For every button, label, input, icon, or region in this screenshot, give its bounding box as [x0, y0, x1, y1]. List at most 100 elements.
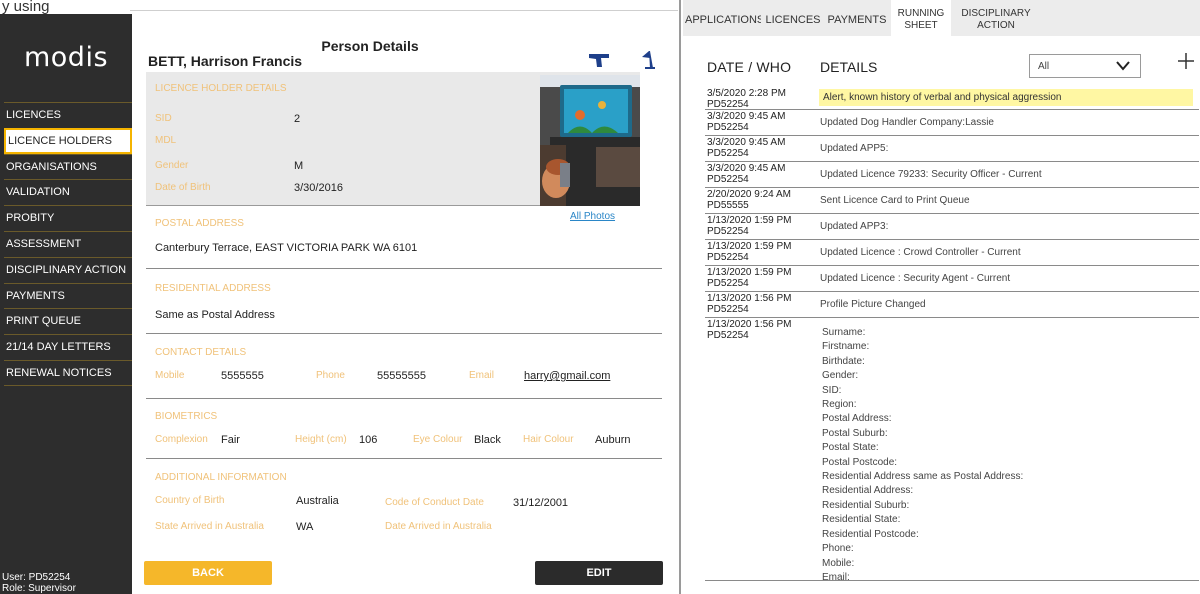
all-photos-link[interactable]: All Photos	[570, 211, 615, 222]
entry-date-who: 2/20/2020 9:24 AM PD55555	[707, 189, 791, 211]
phone-label: Phone	[316, 370, 345, 381]
mdl-label: MDL	[155, 135, 177, 146]
entry-date-who: 1/13/2020 1:59 PM PD52254	[707, 267, 792, 289]
dob-label: Date of Birth	[155, 182, 211, 193]
divider	[146, 458, 662, 459]
mobile-label: Mobile	[155, 370, 185, 381]
entry-details: Sent Licence Card to Print Queue	[820, 195, 970, 206]
cropped-header-text: y using	[0, 0, 130, 14]
tab-bar: APPLICATIONS LICENCES PAYMENTS RUNNING S…	[683, 0, 1200, 36]
divider	[146, 333, 662, 334]
sidebar: modis LICENCES LICENCE HOLDERS ORGANISAT…	[0, 14, 132, 594]
residential-address-value: Same as Postal Address	[155, 309, 275, 321]
code-of-conduct-value: 31/12/2001	[513, 497, 569, 509]
flag-icon[interactable]	[640, 50, 656, 70]
list-item[interactable]: 3/5/2020 2:28 PM PD52254 Alert, known his…	[705, 87, 1199, 110]
section-biometrics: BIOMETRICS	[155, 411, 218, 422]
section-additional-information: ADDITIONAL INFORMATION	[155, 472, 287, 483]
sidebar-item-licence-holders[interactable]: LICENCE HOLDERS	[4, 127, 132, 154]
role-line: Role: Supervisor	[2, 583, 76, 594]
profile-field: Phone:	[822, 543, 854, 555]
divider	[146, 268, 662, 269]
entry-details: Updated APP3:	[820, 221, 889, 232]
entry-date-who: 3/3/2020 9:45 AM PD52254	[707, 137, 786, 159]
code-of-conduct-label: Code of Conduct Date	[385, 497, 484, 508]
entry-details: Updated APP5:	[820, 143, 889, 154]
list-item[interactable]: 1/13/2020 1:59 PM PD52254 Updated APP3:	[705, 214, 1199, 240]
sidebar-item-probity[interactable]: PROBITY	[4, 205, 132, 231]
sidebar-nav: LICENCES LICENCE HOLDERS ORGANISATIONS V…	[4, 102, 132, 386]
country-of-birth-label: Country of Birth	[155, 495, 225, 506]
add-icon[interactable]	[1176, 51, 1196, 71]
sidebar-item-print-queue[interactable]: PRINT QUEUE	[4, 308, 132, 334]
profile-field: Postal State:	[822, 442, 879, 454]
list-item[interactable]: 3/3/2020 9:45 AM PD52254 Updated Licence …	[705, 162, 1199, 188]
section-residential-address: RESIDENTIAL ADDRESS	[155, 283, 271, 294]
profile-field: Firstname:	[822, 341, 870, 353]
sidebar-item-payments[interactable]: PAYMENTS	[4, 282, 132, 309]
gun-icon[interactable]	[588, 52, 610, 68]
profile-field: Postal Address:	[822, 413, 892, 425]
state-arrived-value: WA	[296, 521, 314, 533]
entry-details: Updated Licence : Crowd Controller - Cur…	[820, 247, 1021, 258]
email-link[interactable]: harry@gmail.com	[524, 370, 610, 382]
phone-value: 55555555	[377, 370, 426, 382]
list-item[interactable]: 3/3/2020 9:45 AM PD52254 Updated APP5:	[705, 136, 1199, 162]
list-item[interactable]: 1/13/2020 1:59 PM PD52254 Updated Licence…	[705, 266, 1199, 292]
edit-button[interactable]: EDIT	[535, 561, 663, 585]
tab-running-sheet[interactable]: RUNNING SHEET	[891, 0, 951, 36]
section-postal-address: POSTAL ADDRESS	[155, 218, 244, 229]
tab-licences[interactable]: LICENCES	[761, 0, 825, 36]
sidebar-item-renewal-notices[interactable]: RENEWAL NOTICES	[4, 359, 132, 386]
sidebar-item-day-letters[interactable]: 21/14 DAY LETTERS	[4, 334, 132, 360]
entry-date-who: 3/3/2020 9:45 AM PD52254	[707, 163, 786, 185]
entry-date-who: 1/13/2020 1:59 PM PD52254	[707, 215, 792, 237]
app-logo: modis	[23, 42, 109, 73]
sidebar-item-validation[interactable]: VALIDATION	[4, 179, 132, 205]
list-item[interactable]: 1/13/2020 1:59 PM PD52254 Updated Licence…	[705, 240, 1199, 266]
hair-colour-label: Hair Colour	[523, 434, 574, 445]
person-name: BETT, Harrison Francis	[148, 53, 303, 69]
list-item[interactable]: 1/13/2020 1:56 PM PD52254 Profile Picture…	[705, 292, 1199, 318]
column-header-details: DETAILS	[820, 59, 878, 75]
column-header-date-who: DATE / WHO	[707, 59, 792, 75]
entry-details: Updated Licence : Security Agent - Curre…	[820, 273, 1011, 284]
tab-applications[interactable]: APPLICATIONS	[685, 0, 764, 36]
entry-date-who: 3/5/2020 2:28 PM PD52254	[707, 88, 786, 110]
profile-field: Region:	[822, 399, 857, 411]
gender-label: Gender	[155, 160, 189, 171]
profile-field: SID:	[822, 384, 842, 396]
entry-date-who: 3/3/2020 9:45 AM PD52254	[707, 111, 786, 133]
dob-value: 3/30/2016	[294, 182, 343, 194]
sid-label: SID	[155, 113, 172, 124]
chevron-down-icon	[1116, 61, 1130, 71]
profile-photo-image	[540, 75, 640, 206]
sidebar-item-organisations[interactable]: ORGANISATIONS	[4, 153, 132, 180]
profile-field: Postal Suburb:	[822, 427, 888, 439]
tab-payments[interactable]: PAYMENTS	[825, 0, 889, 36]
filter-dropdown[interactable]: All	[1029, 54, 1141, 78]
profile-field: Birthdate:	[822, 355, 865, 367]
entry-details: Alert, known history of verbal and physi…	[819, 89, 1193, 106]
tab-disciplinary-action[interactable]: DISCIPLINARY ACTION	[953, 0, 1039, 36]
profile-field: Residential Address same as Postal Addre…	[822, 471, 1024, 483]
complexion-label: Complexion	[155, 434, 208, 445]
sidebar-item-assessment[interactable]: ASSESSMENT	[4, 230, 132, 257]
state-arrived-label: State Arrived in Australia	[155, 521, 264, 532]
eye-colour-value: Black	[474, 434, 501, 446]
user-line: User: PD52254	[2, 572, 71, 583]
profile-photo[interactable]	[540, 75, 640, 206]
country-of-birth-value: Australia	[296, 495, 339, 507]
date-arrived-label: Date Arrived in Australia	[385, 521, 492, 532]
filter-value: All	[1038, 61, 1050, 72]
entry-details: Profile Picture Changed	[820, 299, 926, 310]
complexion-value: Fair	[221, 434, 240, 446]
list-item[interactable]: 3/3/2020 9:45 AM PD52254 Updated Dog Hand…	[705, 110, 1199, 136]
sidebar-item-licences[interactable]: LICENCES	[4, 102, 132, 128]
sidebar-item-disciplinary-action[interactable]: DISCIPLINARY ACTION	[4, 256, 132, 283]
list-bottom-divider	[705, 580, 1199, 581]
list-item[interactable]: 2/20/2020 9:24 AM PD55555 Sent Licence Ca…	[705, 188, 1199, 214]
top-divider	[130, 10, 678, 11]
back-button[interactable]: BACK	[144, 561, 272, 585]
page-title: Person Details	[321, 38, 419, 54]
